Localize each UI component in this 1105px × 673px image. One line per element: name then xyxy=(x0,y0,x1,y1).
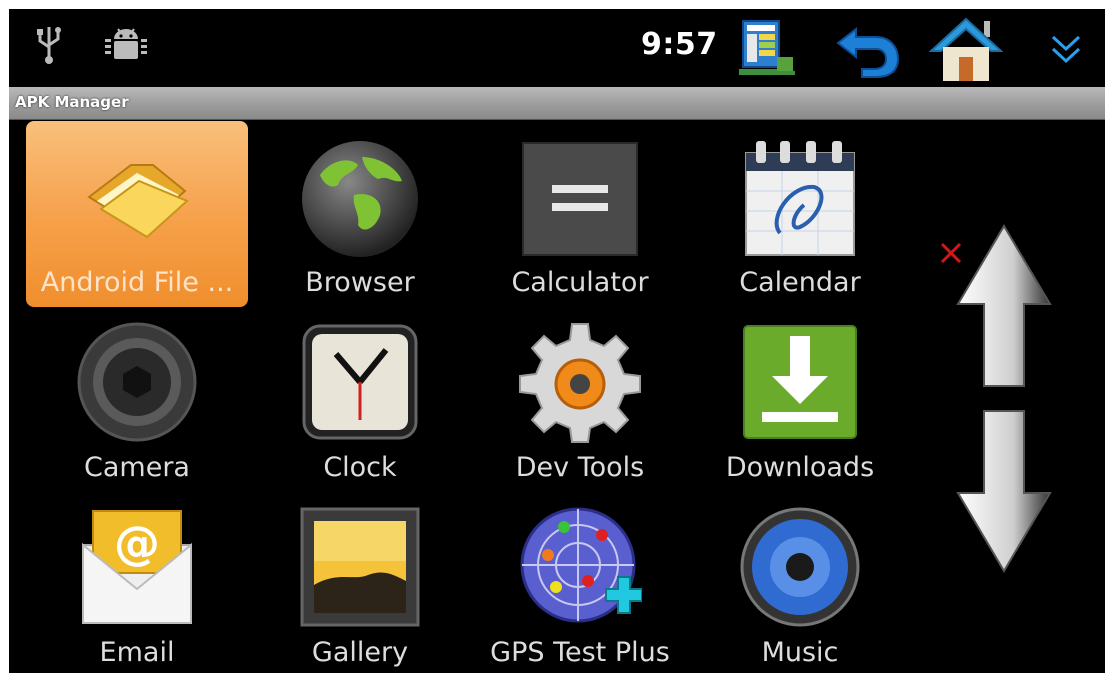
app-title: APK Manager xyxy=(15,93,129,111)
email-icon: @ xyxy=(82,510,192,624)
app-label: GPS Test Plus xyxy=(490,637,670,668)
arrow-up-icon[interactable] xyxy=(954,224,1054,389)
clock-time: 9:57 xyxy=(641,27,718,62)
app-gps-test-plus[interactable]: GPS Test Plus xyxy=(469,499,691,673)
apk-installer-icon[interactable] xyxy=(737,19,797,77)
app-title-bar: APK Manager xyxy=(9,87,1105,120)
app-calculator[interactable]: Calculator xyxy=(469,129,691,309)
gps-radar-icon xyxy=(520,507,642,623)
app-label: Camera xyxy=(84,452,190,483)
device-screen: 9:57 APK Manager Android File ... Browse… xyxy=(9,9,1105,673)
gallery-icon xyxy=(300,507,420,627)
calendar-icon xyxy=(745,141,855,256)
app-gallery[interactable]: Gallery xyxy=(249,499,471,673)
svg-text:@: @ xyxy=(114,516,160,570)
usb-icon xyxy=(37,27,61,64)
app-camera[interactable]: Camera xyxy=(26,314,248,494)
arrow-down-icon[interactable] xyxy=(954,409,1054,574)
app-label: Dev Tools xyxy=(515,452,645,483)
app-music[interactable]: Music xyxy=(689,499,911,673)
camera-icon xyxy=(77,322,197,442)
app-calendar[interactable]: Calendar xyxy=(689,129,911,309)
app-label: Gallery xyxy=(311,637,409,668)
app-browser[interactable]: Browser xyxy=(249,129,471,309)
app-clock[interactable]: Clock xyxy=(249,314,471,494)
app-label: Clock xyxy=(323,452,397,483)
app-label: Calendar xyxy=(739,267,861,298)
calculator-icon xyxy=(522,142,638,256)
speaker-icon xyxy=(740,507,860,627)
app-label: Browser xyxy=(305,267,415,298)
download-icon xyxy=(743,325,857,439)
app-label: Music xyxy=(761,637,839,668)
app-label: Android File ... xyxy=(40,267,234,298)
home-icon[interactable] xyxy=(929,17,1003,83)
app-dev-tools[interactable]: Dev Tools xyxy=(469,314,691,494)
status-bar: 9:57 xyxy=(9,9,1105,87)
android-debug-icon xyxy=(105,28,147,59)
expand-icon[interactable] xyxy=(1049,33,1083,67)
app-label: Calculator xyxy=(511,267,649,298)
app-label: Downloads xyxy=(725,452,875,483)
app-email[interactable]: @ Email xyxy=(26,499,248,673)
back-icon[interactable] xyxy=(836,25,902,79)
folder-icon xyxy=(87,164,189,239)
clock-icon xyxy=(302,324,418,440)
app-downloads[interactable]: Downloads xyxy=(689,314,911,494)
app-android-file-manager[interactable]: Android File ... xyxy=(26,129,248,309)
globe-icon xyxy=(302,141,418,257)
app-label: Email xyxy=(99,637,175,668)
gear-icon xyxy=(519,323,641,443)
